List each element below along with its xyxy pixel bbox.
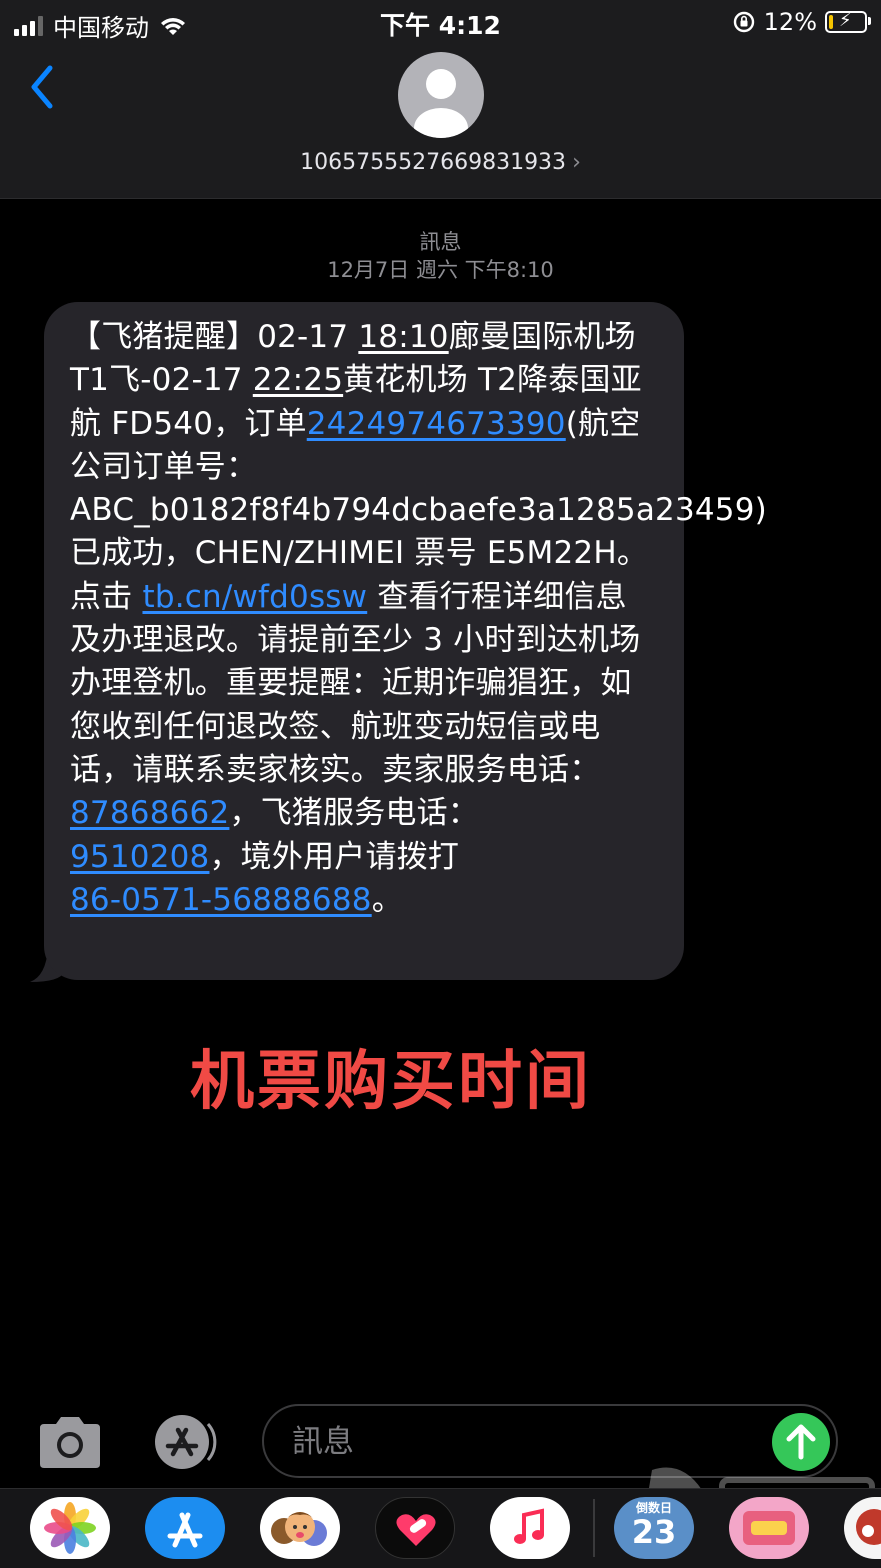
itinerary-url-link[interactable]: tb.cn/wfd0ssw [142,579,367,615]
intl-phone-link[interactable]: 86-0571-56888688 [70,882,372,918]
message-text: ，境外用户请拨打 [209,838,460,875]
battery-icon: ⚡ [825,10,871,33]
conversation-header: 1065755527669831933 › [0,44,881,199]
sticker-icon-2[interactable] [844,1497,881,1559]
message-bubble[interactable]: 【飞猪提醒】02-17 18:10廊曼国际机场 T1飞-02-17 22:25黄… [44,302,767,980]
annotation-text: 机票购买时间 [190,1045,592,1119]
back-button[interactable] [22,60,66,114]
departure-time-link[interactable]: 18:10 [358,319,448,355]
message-text: 【飞猪提醒】02-17 [70,319,359,355]
camera-button[interactable] [36,1414,104,1470]
app-store-icon[interactable] [145,1497,225,1559]
contact-name[interactable]: 1065755527669831933 › [0,150,881,175]
status-right: 12% ⚡ [732,8,871,36]
photos-icon[interactable] [30,1497,110,1559]
countdown-icon[interactable]: 倒数日 23 [614,1497,694,1559]
thread-label: 訊息 [419,230,462,254]
message-text: ，飞猪服务电话： [229,795,479,832]
countdown-number: 23 [631,1513,677,1551]
thread-date: 12月7日 週六 下午8:10 [327,258,554,282]
battery-percent: 12% [763,8,817,36]
dock-divider [593,1499,595,1557]
seller-phone-link[interactable]: 87868662 [70,795,229,831]
order-number-link[interactable]: 2424974673390 [307,406,566,442]
message-text: 。 [371,881,403,918]
sticker-icon[interactable] [729,1497,809,1559]
arrival-time-link[interactable]: 22:25 [253,362,343,398]
chevron-right-icon: › [572,150,581,175]
feizhu-phone-link[interactable]: 9510208 [70,839,209,875]
app-store-button[interactable] [148,1414,224,1470]
contact-number: 1065755527669831933 [300,150,567,175]
digital-touch-icon[interactable] [375,1497,455,1559]
avatar[interactable] [398,52,484,138]
status-bar: 中国移动 下午 4:12 12% ⚡ [0,0,881,44]
music-icon[interactable] [490,1497,570,1559]
rotation-lock-icon [733,11,754,33]
person-icon [414,69,468,138]
app-drawer: 倒数日 23 [0,1488,881,1568]
memoji-icon[interactable] [260,1497,340,1559]
